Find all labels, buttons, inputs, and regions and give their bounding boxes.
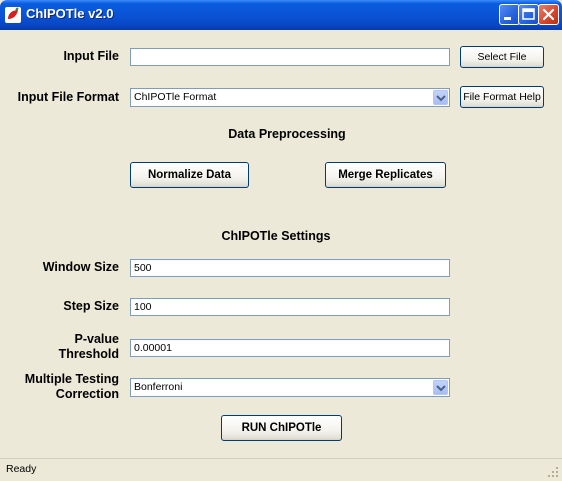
title-bar[interactable]: ChIPOTle v2.0 [0,0,562,30]
multiple-testing-dropdown[interactable]: Bonferroni [130,378,450,397]
minimize-icon [504,17,511,20]
resize-grip-icon[interactable] [547,466,559,478]
select-file-button[interactable]: Select File [460,46,544,68]
step-size-label: Step Size [63,299,119,313]
status-text: Ready [6,463,37,475]
window-size-label: Window Size [42,260,119,274]
pvalue-label-line2: Threshold [58,347,119,361]
settings-heading: ChIPOTle Settings [221,229,331,243]
close-button[interactable] [538,4,559,25]
input-file-field[interactable] [130,48,450,66]
chevron-down-icon [436,95,446,102]
pvalue-threshold-field[interactable]: 0.00001 [130,339,450,357]
multiple-testing-dropdown-arrow[interactable] [433,380,448,395]
input-format-value: ChIPOTle Format [134,91,217,103]
maximize-button[interactable] [518,4,539,25]
input-format-label: Input File Format [17,90,119,104]
multiple-testing-value: Bonferroni [134,381,183,393]
run-chipotle-button[interactable]: RUN ChIPOTle [221,415,342,441]
window-title: ChIPOTle v2.0 [26,6,114,21]
input-format-dropdown-arrow[interactable] [433,90,448,105]
status-bar: Ready [0,458,562,481]
main-window: ChIPOTle v2.0 Input File Select File Inp… [0,0,562,481]
pvalue-label-line1: P-value [74,332,119,346]
step-size-field[interactable]: 100 [130,298,450,316]
input-file-label: Input File [63,49,119,63]
close-icon [542,8,555,21]
merge-replicates-button[interactable]: Merge Replicates [325,162,446,188]
chevron-down-icon [436,385,446,392]
multiple-testing-label-line1: Multiple Testing [24,372,119,386]
normalize-data-button[interactable]: Normalize Data [130,162,249,188]
multiple-testing-label-line2: Correction [55,387,119,401]
minimize-button[interactable] [499,4,520,25]
file-format-help-button[interactable]: File Format Help [460,86,544,108]
chipotle-app-icon[interactable] [5,7,21,23]
maximize-icon [522,8,535,20]
window-size-field[interactable]: 500 [130,259,450,277]
preprocessing-heading: Data Preprocessing [228,127,346,141]
input-format-dropdown[interactable]: ChIPOTle Format [130,88,450,107]
